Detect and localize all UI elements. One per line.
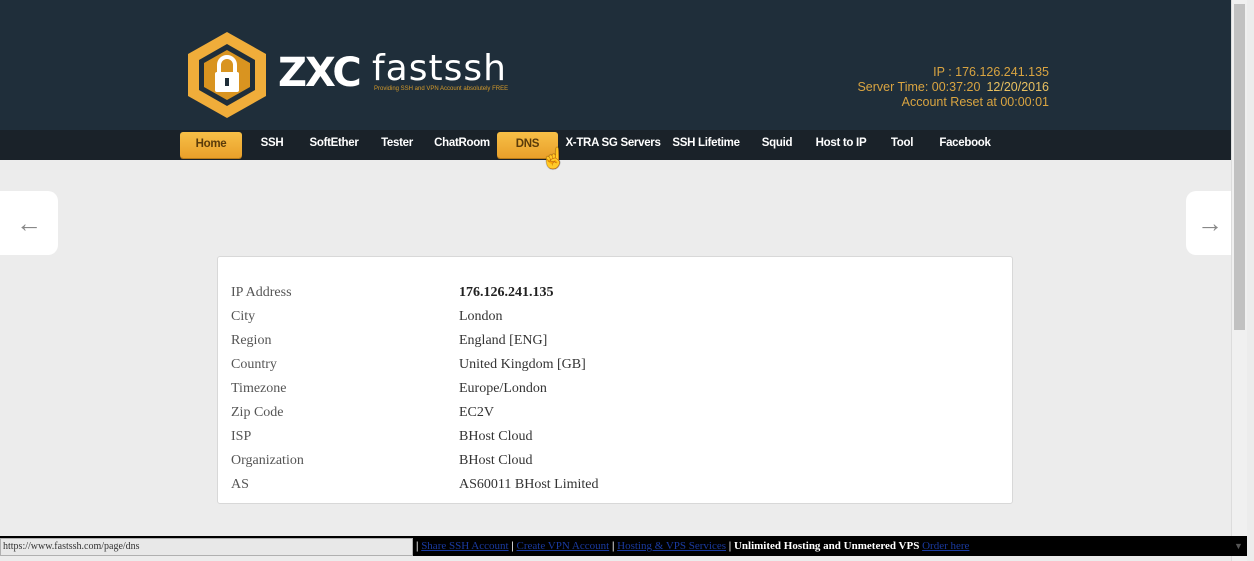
account-reset: Account Reset at 00:00:01: [901, 95, 1049, 109]
detail-label: AS: [231, 477, 249, 492]
vertical-scrollbar[interactable]: [1231, 0, 1247, 561]
order-here-link[interactable]: Order here: [922, 540, 969, 552]
nav-tool[interactable]: Tool: [882, 130, 922, 158]
nav-xtra-sg-servers[interactable]: X-TRA SG Servers: [562, 130, 664, 158]
server-time-line: Server Time: 00:37:20 12/20/2016: [857, 80, 1049, 95]
nav-home[interactable]: Home: [180, 132, 242, 158]
arrow-left-icon: ←: [16, 207, 42, 238]
detail-label: Country: [231, 357, 277, 372]
nav-facebook[interactable]: Facebook: [932, 130, 998, 158]
detail-value: BHost Cloud: [459, 453, 533, 468]
main-nav: Home SSH SoftEther Tester ChatRoom DNS X…: [0, 130, 1231, 160]
ip-details-panel: IP Address 176.126.241.135 City London R…: [217, 256, 1013, 504]
scrollbar-thumb[interactable]: [1234, 4, 1245, 330]
hosting-vps-services-link[interactable]: Hosting & VPS Services: [617, 540, 726, 552]
create-vpn-account-link[interactable]: Create VPN Account: [517, 540, 610, 552]
detail-value: Europe/London: [459, 381, 547, 396]
nav-ssh[interactable]: SSH: [252, 130, 292, 158]
detail-value: EC2V: [459, 405, 494, 420]
ticker-separator: |: [609, 540, 618, 552]
detail-value: BHost Cloud: [459, 429, 533, 444]
server-date: 12/20/2016: [986, 80, 1049, 94]
detail-label: Organization: [231, 453, 304, 468]
detail-value: England [ENG]: [459, 333, 548, 348]
next-arrow-button[interactable]: →: [1186, 191, 1234, 255]
nav-squid[interactable]: Squid: [754, 130, 800, 158]
hand-pointer-icon: ☝: [541, 148, 566, 170]
ip-line: IP : 176.126.241.135: [933, 65, 1049, 79]
detail-value: London: [459, 309, 503, 324]
status-url: https://www.fastssh.com/page/dns: [0, 538, 413, 556]
detail-label: City: [231, 309, 256, 324]
nav-tester[interactable]: Tester: [374, 130, 420, 158]
nav-ssh-lifetime[interactable]: SSH Lifetime: [668, 130, 744, 158]
nav-softether[interactable]: SoftEther: [302, 130, 366, 158]
nav-host-to-ip[interactable]: Host to IP: [810, 130, 872, 158]
server-time: Server Time: 00:37:20: [857, 80, 981, 94]
prev-arrow-button[interactable]: ←: [0, 191, 58, 255]
detail-value: United Kingdom [GB]: [459, 357, 586, 372]
site-header: ZXC fastssh Providing SSH and VPN Accoun…: [0, 0, 1231, 130]
brand-tagline: Providing SSH and VPN Account absolutely…: [374, 86, 509, 92]
detail-label: Zip Code: [231, 405, 284, 420]
ticker-promo-text: Unlimited Hosting and Unmetered VPS: [733, 540, 923, 552]
share-ssh-account-link[interactable]: Share SSH Account: [421, 540, 508, 552]
lock-hexagon-icon[interactable]: [182, 30, 272, 120]
server-info: IP : 176.126.241.135 Server Time: 00:37:…: [857, 65, 1049, 110]
detail-label: ISP: [231, 429, 252, 444]
detail-value: 176.126.241.135: [459, 285, 554, 300]
arrow-right-icon: →: [1197, 207, 1223, 238]
detail-value: AS60011 BHost Limited: [459, 477, 599, 492]
detail-label: Region: [231, 333, 272, 348]
scroll-down-icon[interactable]: ▼: [1234, 541, 1243, 551]
ticker-separator: |: [726, 540, 734, 552]
detail-label: Timezone: [231, 381, 287, 396]
brand-name-part1[interactable]: ZXC: [278, 50, 362, 96]
brand-name-part2[interactable]: fastssh: [372, 48, 507, 89]
ticker-separator: |: [508, 540, 517, 552]
ticker-text: | Share SSH Account | Create VPN Account…: [416, 540, 969, 552]
detail-label: IP Address: [231, 285, 292, 300]
nav-chatroom[interactable]: ChatRoom: [428, 130, 496, 158]
